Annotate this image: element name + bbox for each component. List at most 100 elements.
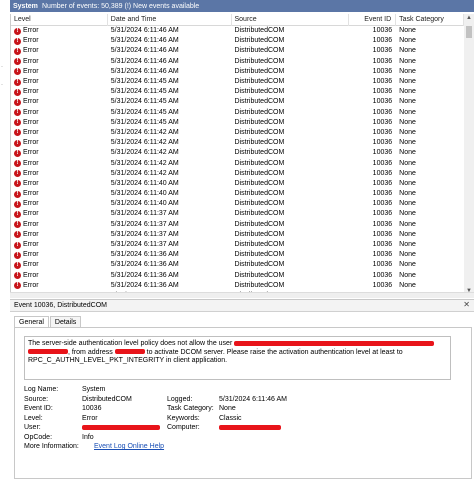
event-list[interactable]: Level Date and Time Source Event ID Task…: [10, 14, 464, 296]
row-level-text: Error: [23, 230, 39, 238]
event-message[interactable]: The server-side authentication level pol…: [24, 336, 451, 380]
row-task-category: None: [399, 230, 416, 238]
table-row[interactable]: ! Error 5/31/2024 6:11:46 AM DistributedCOM…: [11, 57, 464, 67]
row-level: !Error: [11, 250, 108, 260]
event-log-online-help-link[interactable]: Event Log Online Help: [94, 442, 214, 451]
row-task-category: None: [399, 27, 416, 35]
row-event-id: 10036: [372, 190, 393, 198]
table-row[interactable]: ! Error 5/31/2024 6:11:37 AM DistributedCOM…: [11, 209, 464, 219]
table-row[interactable]: ! Error 5/31/2024 6:11:46 AM DistributedCOM…: [11, 26, 464, 36]
error-circle-icon: !: [14, 251, 21, 259]
row-task-category: None: [399, 261, 416, 269]
row-task-category: None: [399, 47, 416, 55]
row-event-id: 10036: [372, 57, 393, 65]
row-event-id: 10036: [372, 251, 393, 259]
left-pane-marker: ·: [1, 64, 3, 70]
table-row[interactable]: ! Error 5/31/2024 6:11:45 AM DistributedCOM…: [11, 108, 464, 118]
row-level-text: Error: [23, 67, 39, 75]
close-icon[interactable]: ✕: [463, 300, 470, 309]
row-event-id: 10036: [372, 210, 393, 218]
table-row[interactable]: ! Error 5/31/2024 6:11:37 AM DistributedCOM…: [11, 230, 464, 240]
more-info-label: More Information:: [24, 443, 79, 450]
user-value: [82, 423, 167, 432]
error-circle-icon: !: [14, 149, 21, 157]
computer-label: Computer:: [167, 424, 200, 431]
table-row[interactable]: ! Error 5/31/2024 6:11:40 AM DistributedCOM…: [11, 199, 464, 209]
event-id-value: 10036: [82, 405, 102, 412]
detail-title: Event 10036, DistributedCOM: [10, 300, 474, 312]
row-source: DistributedCOM: [234, 57, 285, 65]
row-date: 5/31/2024 6:11:46 AM: [110, 67, 179, 75]
column-header-event-id[interactable]: Event ID: [349, 14, 397, 26]
row-event-id: 10036: [372, 98, 393, 106]
general-tab-content: The server-side authentication level pol…: [14, 327, 472, 479]
column-header-task-category[interactable]: Task Category: [396, 14, 464, 26]
scroll-thumb[interactable]: [466, 26, 472, 38]
table-row[interactable]: ! Error 5/31/2024 6:11:36 AM DistributedCOM…: [11, 260, 464, 270]
table-row[interactable]: ! Error 5/31/2024 6:11:45 AM DistributedCOM…: [11, 118, 464, 128]
row-level: !Error: [11, 148, 108, 158]
table-row[interactable]: ! Error 5/31/2024 6:11:42 AM DistributedCOM…: [11, 148, 464, 158]
scroll-up-arrow-icon[interactable]: ▲: [464, 14, 474, 23]
error-circle-icon: !: [14, 282, 21, 290]
horizontal-scrollbar[interactable]: [10, 292, 474, 298]
row-level-text: Error: [23, 98, 39, 106]
row-source: DistributedCOM: [234, 190, 285, 198]
row-level-text: Error: [23, 220, 39, 228]
row-date: 5/31/2024 6:11:42 AM: [110, 159, 179, 167]
row-event-id: 10036: [372, 47, 393, 55]
row-event-id: 10036: [372, 281, 393, 289]
row-event-id: 10036: [372, 149, 393, 157]
row-source: DistributedCOM: [234, 241, 285, 249]
user-label: User:: [24, 424, 41, 431]
row-level: !Error: [11, 36, 108, 46]
table-row[interactable]: ! Error 5/31/2024 6:11:46 AM DistributedCOM…: [11, 46, 464, 56]
column-header-date[interactable]: Date and Time: [108, 14, 232, 26]
row-event-id: 10036: [372, 108, 393, 116]
table-row[interactable]: ! Error 5/31/2024 6:11:46 AM DistributedCOM…: [11, 67, 464, 77]
row-date: 5/31/2024 6:11:36 AM: [110, 261, 179, 269]
table-row[interactable]: ! Error 5/31/2024 6:11:37 AM DistributedCOM…: [11, 240, 464, 250]
table-row[interactable]: ! Error 5/31/2024 6:11:45 AM DistributedCOM…: [11, 77, 464, 87]
row-date: 5/31/2024 6:11:40 AM: [110, 200, 179, 208]
table-row[interactable]: ! Error 5/31/2024 6:11:42 AM DistributedCOM…: [11, 128, 464, 138]
row-task-category: None: [399, 169, 416, 177]
event-list-scrollbar[interactable]: ▲ ▼: [464, 14, 474, 296]
row-level-text: Error: [23, 261, 39, 269]
row-level-text: Error: [23, 210, 39, 218]
table-row[interactable]: ! Error 5/31/2024 6:11:36 AM DistributedCOM…: [11, 271, 464, 281]
row-event-id: 10036: [372, 37, 393, 45]
column-header-level[interactable]: Level: [11, 14, 108, 26]
table-row[interactable]: ! Error 5/31/2024 6:11:42 AM DistributedCOM…: [11, 158, 464, 168]
keywords-value: Classic: [219, 414, 242, 422]
row-date: 5/31/2024 6:11:42 AM: [110, 169, 179, 177]
row-level-text: Error: [23, 149, 39, 157]
table-row[interactable]: ! Error 5/31/2024 6:11:37 AM DistributedCOM…: [11, 220, 464, 230]
table-row[interactable]: ! Error 5/31/2024 6:11:36 AM DistributedCOM…: [11, 281, 464, 291]
column-header-source[interactable]: Source: [232, 14, 350, 26]
row-event-id: 10036: [372, 159, 393, 167]
row-event-id: 10036: [372, 169, 393, 177]
table-row[interactable]: ! Error 5/31/2024 6:11:45 AM DistributedCOM…: [11, 97, 464, 107]
row-source: DistributedCOM: [234, 169, 285, 177]
row-level-text: Error: [23, 190, 39, 198]
row-level-text: Error: [23, 281, 39, 289]
event-id-label: Event ID:: [24, 405, 53, 412]
table-row[interactable]: ! Error 5/31/2024 6:11:40 AM DistributedCOM…: [11, 179, 464, 189]
error-circle-icon: !: [14, 231, 21, 239]
table-row[interactable]: ! Error 5/31/2024 6:11:42 AM DistributedCOM…: [11, 169, 464, 179]
table-row[interactable]: ! Error 5/31/2024 6:11:42 AM DistributedCOM…: [11, 138, 464, 148]
row-source: DistributedCOM: [234, 261, 285, 269]
row-task-category: None: [399, 241, 416, 249]
table-row[interactable]: ! Error 5/31/2024 6:11:40 AM DistributedCOM…: [11, 189, 464, 199]
table-row[interactable]: ! Error 5/31/2024 6:11:46 AM DistributedCOM…: [11, 36, 464, 46]
row-level: !Error: [11, 138, 108, 148]
table-row[interactable]: ! Error 5/31/2024 6:11:36 AM DistributedCOM…: [11, 250, 464, 260]
row-task-category: None: [399, 159, 416, 167]
keywords-label: Keywords:: [167, 414, 200, 422]
table-row[interactable]: ! Error 5/31/2024 6:11:45 AM DistributedCOM…: [11, 87, 464, 97]
row-level: !Error: [11, 179, 108, 189]
source-label: Source:: [24, 395, 49, 403]
redacted-address: [114, 349, 145, 355]
row-level-text: Error: [23, 241, 39, 249]
